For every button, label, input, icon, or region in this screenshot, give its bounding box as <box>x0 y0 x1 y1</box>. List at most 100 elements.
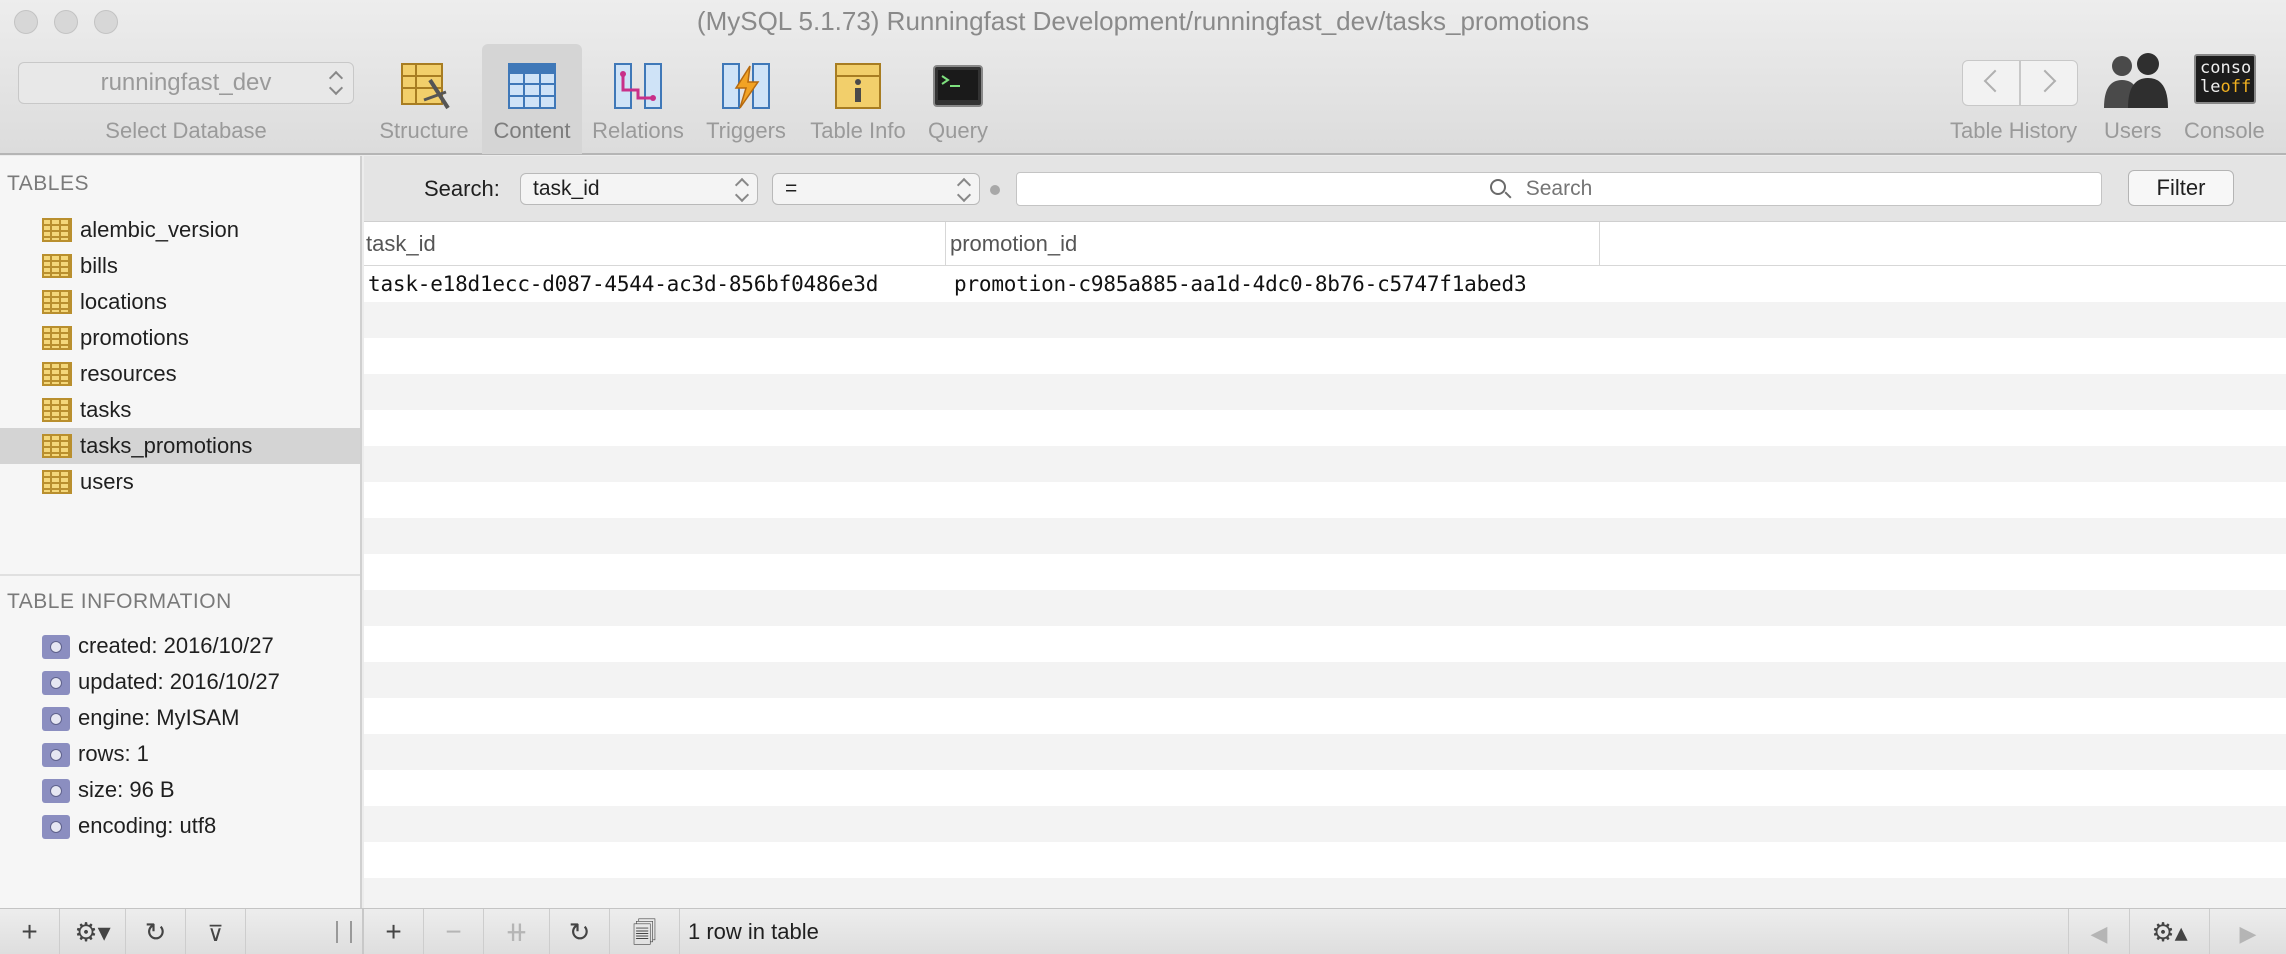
pagination-settings-button[interactable]: ⚙▴ <box>2130 909 2210 954</box>
info-rows: rows: 1 <box>0 736 360 772</box>
content-tool-button[interactable]: Content <box>482 44 582 154</box>
structure-icon <box>401 63 450 110</box>
table-icon <box>42 434 72 458</box>
table-history-label: Table History <box>1950 118 2078 143</box>
info-bullet-icon <box>42 815 70 839</box>
table-cell[interactable]: promotion-c985a885-aa1d-4dc0-8b76-c5747f… <box>954 266 1527 302</box>
sidebar-item-users[interactable]: users <box>0 464 360 500</box>
delete-row-button[interactable]: − <box>424 909 484 954</box>
updown-arrows-icon <box>735 176 749 204</box>
filter-button[interactable]: Filter <box>2128 170 2234 206</box>
refresh-content-button[interactable]: ↻ <box>550 909 610 954</box>
info-updated: updated: 2016/10/27 <box>0 664 360 700</box>
sidebar-item-tasks[interactable]: tasks <box>0 392 360 428</box>
updown-arrows-icon <box>957 176 971 204</box>
table-info-icon <box>835 63 881 109</box>
users-button[interactable]: Users <box>2100 50 2170 150</box>
info-bullet-icon <box>42 635 70 659</box>
updown-arrows-icon <box>329 69 343 97</box>
sidebar-item-locations[interactable]: locations <box>0 284 360 320</box>
table-icon <box>42 398 72 422</box>
column-header-task-id[interactable]: task_id <box>364 222 946 266</box>
duplicate-icon: ⧺ <box>504 916 529 947</box>
triggers-icon <box>722 63 770 109</box>
sidebar-item-tasks-promotions[interactable]: tasks_promotions <box>0 428 360 464</box>
content-tool-label: Content <box>493 118 571 143</box>
sidebar-item-alembic-version[interactable]: alembic_version <box>0 212 360 248</box>
structure-tool-button[interactable]: Structure <box>372 44 476 154</box>
relations-icon <box>614 63 662 109</box>
triggers-tool-label: Triggers <box>706 118 786 143</box>
filter-operator-select[interactable]: = <box>772 173 980 205</box>
filter-field-value: task_id <box>533 177 600 200</box>
triggers-tool-button[interactable]: Triggers <box>694 44 798 154</box>
plus-icon: + <box>21 916 38 947</box>
column-header-promotion-id[interactable]: promotion_id <box>948 222 1600 266</box>
sidebar-item-label: locations <box>80 289 167 314</box>
plus-icon: + <box>385 916 402 947</box>
minus-icon: − <box>445 916 462 947</box>
chevron-right-icon <box>2033 69 2057 93</box>
info-size: size: 96 B <box>0 772 360 808</box>
search-input[interactable] <box>1016 172 2102 206</box>
info-encoding: encoding: utf8 <box>0 808 360 844</box>
table-info-tool-button[interactable]: Table Info <box>800 44 916 154</box>
structure-tool-label: Structure <box>379 118 469 143</box>
table-info-toggle-button[interactable]: ⊽ <box>186 909 246 954</box>
console-icon: conso leoff <box>2194 54 2256 104</box>
content-icon <box>508 63 556 109</box>
query-tool-label: Query <box>928 118 988 143</box>
document-icon: 🗐 <box>632 920 657 947</box>
database-select[interactable]: runningfast_dev <box>18 62 354 104</box>
table-actions-menu-button[interactable]: ⚙▾ <box>60 909 126 954</box>
history-back-button[interactable] <box>1962 60 2020 106</box>
row-count-status: 1 row in table <box>688 919 819 944</box>
table-icon <box>42 218 72 242</box>
gear-icon: ⚙▴ <box>2151 917 2188 947</box>
bottom-bar: + ⚙▾ ↻ ⊽ + − ⧺ ↻ 🗐 1 row in table ◀ ⚙▴ ▶ <box>0 908 2286 954</box>
duplicate-row-button[interactable]: ⧺ <box>484 909 550 954</box>
add-table-button[interactable]: + <box>0 909 60 954</box>
table-row[interactable]: task-e18d1ecc-d087-4544-ac3d-856bf0486e3… <box>364 266 2286 302</box>
sidebar-item-bills[interactable]: bills <box>0 248 360 284</box>
next-page-button[interactable]: ▶ <box>2210 909 2286 954</box>
refresh-icon: ↻ <box>568 917 591 947</box>
previous-page-button[interactable]: ◀ <box>2068 909 2130 954</box>
filter-status-dot <box>990 185 1000 195</box>
relations-tool-button[interactable]: Relations <box>586 44 690 154</box>
info-bullet-icon <box>42 671 70 695</box>
table-icon <box>42 362 72 386</box>
info-bullet-icon <box>42 707 70 731</box>
refresh-tables-button[interactable]: ↻ <box>126 909 186 954</box>
filter-bar: Search: task_id = Filter <box>364 156 2286 222</box>
sidebar-item-promotions[interactable]: promotions <box>0 320 360 356</box>
sidebar-item-label: promotions <box>80 325 189 350</box>
history-forward-button[interactable] <box>2020 60 2078 106</box>
gear-icon: ⚙▾ <box>74 917 111 947</box>
search-icon <box>1490 179 1506 195</box>
sidebar-item-label: alembic_version <box>80 217 239 242</box>
database-select-label: Select Database <box>105 118 267 143</box>
refresh-icon: ↻ <box>144 917 167 947</box>
sidebar-resize-handle[interactable] <box>336 921 352 943</box>
export-button[interactable]: 🗐 <box>610 909 680 954</box>
query-tool-button[interactable]: Query <box>920 44 996 154</box>
filter-field-select[interactable]: task_id <box>520 173 758 205</box>
table-info-tool-label: Table Info <box>810 118 906 143</box>
table-body: task-e18d1ecc-d087-4544-ac3d-856bf0486e3… <box>364 266 2286 908</box>
triangle-left-icon: ◀ <box>2090 921 2108 946</box>
window-title: (MySQL 5.1.73) Runningfast Development/r… <box>696 6 1590 36</box>
add-row-button[interactable]: + <box>364 909 424 954</box>
sidebar-item-label: bills <box>80 253 118 278</box>
table-header: task_id promotion_id <box>364 222 2286 266</box>
info-bullet-icon <box>42 779 70 803</box>
users-icon <box>2104 53 2168 108</box>
table-cell[interactable]: task-e18d1ecc-d087-4544-ac3d-856bf0486e3… <box>368 266 878 302</box>
tables-section-header: TABLES <box>7 172 89 195</box>
collapse-icon: ⊽ <box>207 921 224 946</box>
table-icon <box>42 470 72 494</box>
console-button[interactable]: conso leoff Console <box>2184 50 2276 150</box>
sidebar-item-resources[interactable]: resources <box>0 356 360 392</box>
info-bullet-icon <box>42 743 70 767</box>
info-engine: engine: MyISAM <box>0 700 360 736</box>
